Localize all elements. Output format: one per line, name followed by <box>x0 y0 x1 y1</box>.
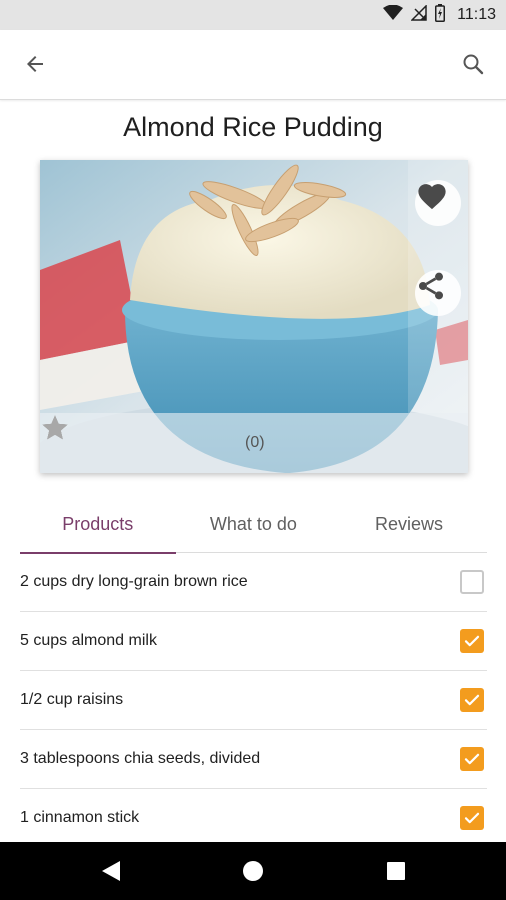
recents-square-icon <box>387 862 405 880</box>
app-bar <box>0 30 506 100</box>
ingredient-label: 1 cinnamon stick <box>20 809 140 826</box>
list-item[interactable]: 1/2 cup raisins <box>20 671 487 730</box>
ingredient-checkbox[interactable] <box>460 806 484 830</box>
check-icon <box>464 812 480 824</box>
nav-recents-button[interactable] <box>380 855 412 887</box>
list-item[interactable]: 5 cups almond milk <box>20 612 487 671</box>
status-icons: 11:13 <box>383 0 496 30</box>
tab-reviews[interactable]: Reviews <box>331 495 487 553</box>
recipe-title: Almond Rice Pudding <box>123 112 383 142</box>
nav-back-button[interactable] <box>95 855 127 887</box>
ingredient-list: 2 cups dry long-grain brown rice 5 cups … <box>20 553 487 848</box>
search-icon <box>461 52 485 81</box>
tab-products[interactable]: Products <box>20 495 176 554</box>
recipe-image: (0) <box>40 160 468 473</box>
ingredient-label: 1/2 cup raisins <box>20 691 124 708</box>
signal-icon <box>410 3 427 26</box>
ingredient-label: 3 tablespoons chia seeds, divided <box>20 750 261 767</box>
wifi-icon <box>383 4 404 26</box>
list-item[interactable]: 2 cups dry long-grain brown rice <box>20 553 487 612</box>
rating-bar: (0) <box>40 413 468 473</box>
arrow-back-icon <box>23 52 47 81</box>
ingredient-label: 2 cups dry long-grain brown rice <box>20 573 248 590</box>
ingredient-checkbox[interactable] <box>460 629 484 653</box>
nav-home-button[interactable] <box>237 855 269 887</box>
home-circle-icon <box>243 861 263 881</box>
search-button[interactable] <box>454 47 492 85</box>
list-item[interactable]: 3 tablespoons chia seeds, divided <box>20 730 487 789</box>
rating-count: (0) <box>245 434 265 451</box>
back-triangle-icon <box>102 861 120 881</box>
ingredient-label: 5 cups almond milk <box>20 632 157 649</box>
tab-what-to-do[interactable]: What to do <box>176 495 332 553</box>
check-icon <box>464 694 480 706</box>
favorite-button[interactable] <box>415 180 461 226</box>
ingredient-checkbox[interactable] <box>460 688 484 712</box>
tab-bar: Products What to do Reviews <box>20 495 487 554</box>
list-item[interactable]: 1 cinnamon stick <box>20 789 487 848</box>
ingredient-checkbox[interactable] <box>460 747 484 771</box>
star-icon[interactable] <box>42 415 199 461</box>
battery-icon <box>435 3 446 27</box>
status-time: 11:13 <box>457 6 496 23</box>
navigation-bar <box>0 842 506 900</box>
star-icon[interactable] <box>42 415 238 461</box>
check-icon <box>464 753 480 765</box>
back-button[interactable] <box>16 47 54 85</box>
status-bar: 11:13 <box>0 0 506 30</box>
star-icon[interactable] <box>42 415 121 461</box>
check-icon <box>464 635 480 647</box>
star-icon[interactable] <box>42 415 160 461</box>
ingredient-checkbox[interactable] <box>460 570 484 594</box>
share-button[interactable] <box>415 270 461 316</box>
